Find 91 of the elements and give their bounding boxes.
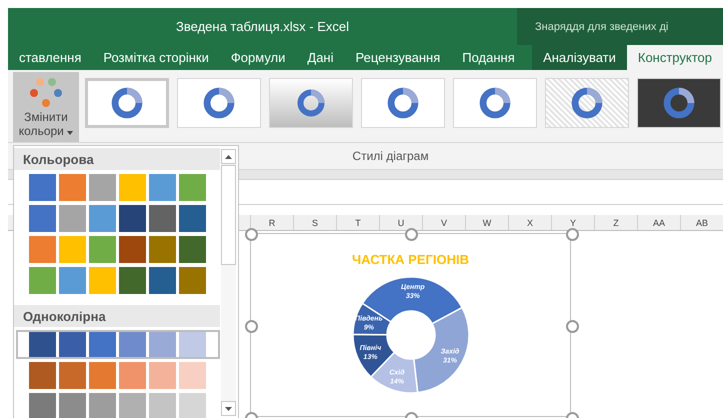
group-title: Кольорова <box>23 152 94 166</box>
color-swatch[interactable] <box>29 331 56 358</box>
column-header[interactable]: T <box>336 215 379 230</box>
color-swatch[interactable] <box>89 362 116 389</box>
color-swatch[interactable] <box>119 362 146 389</box>
scroll-down-button[interactable] <box>221 401 236 416</box>
resize-handle[interactable] <box>566 320 579 333</box>
color-swatch[interactable] <box>89 236 116 263</box>
donut-chart-icon <box>662 86 696 120</box>
chart-style-thumbnail[interactable] <box>361 78 445 128</box>
donut-chart-icon <box>296 88 326 118</box>
down-arrow-icon <box>225 406 232 410</box>
color-swatch[interactable] <box>149 393 176 418</box>
color-swatch[interactable] <box>179 362 206 389</box>
donut-slice[interactable] <box>352 302 392 336</box>
color-swatch[interactable] <box>119 236 146 263</box>
ribbon-tab[interactable]: Дані <box>296 45 344 70</box>
chart-style-thumbnail[interactable] <box>85 78 169 128</box>
column-header[interactable]: Z <box>594 215 637 230</box>
ribbon-tab[interactable]: Формули <box>220 45 296 70</box>
resize-handle[interactable] <box>245 320 258 333</box>
color-swatch[interactable] <box>29 393 56 418</box>
group-title: Одноколірна <box>23 308 106 324</box>
color-swatch[interactable] <box>149 236 176 263</box>
ribbon-tab[interactable]: Аналізувати <box>532 45 627 70</box>
column-header[interactable]: X <box>508 215 551 230</box>
color-swatch[interactable] <box>29 205 56 232</box>
color-swatch[interactable] <box>149 205 176 232</box>
ribbon-tab[interactable]: Рецензування <box>344 45 452 70</box>
column-header[interactable]: S <box>293 215 336 230</box>
color-swatch[interactable] <box>179 174 206 201</box>
donut-chart-icon <box>110 86 144 120</box>
color-swatch[interactable] <box>179 393 206 418</box>
column-header[interactable]: AB <box>680 215 723 230</box>
scroll-up-button[interactable] <box>221 149 236 164</box>
color-swatch[interactable] <box>29 236 56 263</box>
chart-style-thumbnail[interactable] <box>545 78 629 128</box>
color-swatch[interactable] <box>149 267 176 294</box>
color-swatch[interactable] <box>119 205 146 232</box>
change-colors-button[interactable]: Змінити кольори <box>13 72 79 142</box>
color-swatch[interactable] <box>59 393 86 418</box>
color-dots-icon <box>28 76 64 110</box>
color-swatch[interactable] <box>59 331 86 358</box>
color-swatch[interactable] <box>179 331 206 358</box>
donut-chart-icon <box>478 86 512 120</box>
color-swatch[interactable] <box>89 174 116 201</box>
color-swatch[interactable] <box>119 267 146 294</box>
color-swatch[interactable] <box>179 236 206 263</box>
chart-style-thumbnail[interactable] <box>637 78 721 128</box>
donut-chart-icon <box>202 86 236 120</box>
chart-style-thumbnail[interactable] <box>177 78 261 128</box>
column-header[interactable]: AA <box>637 215 680 230</box>
ribbon-tab[interactable]: Конструктор <box>626 45 723 70</box>
color-swatch[interactable] <box>149 174 176 201</box>
color-swatch[interactable] <box>59 267 86 294</box>
color-swatch[interactable] <box>119 331 146 358</box>
color-swatch[interactable] <box>59 174 86 201</box>
color-swatch[interactable] <box>89 393 116 418</box>
column-header[interactable]: V <box>422 215 465 230</box>
color-swatch[interactable] <box>59 236 86 263</box>
window-title: Зведена таблиця.xlsx - Excel <box>176 19 349 34</box>
scroll-thumb[interactable] <box>221 165 236 265</box>
color-swatch[interactable] <box>59 362 86 389</box>
chart-style-thumbnail[interactable] <box>269 78 353 128</box>
donut-chart-icon <box>386 86 420 120</box>
color-swatch[interactable] <box>59 205 86 232</box>
color-swatch[interactable] <box>179 205 206 232</box>
color-swatch[interactable] <box>149 331 176 358</box>
palette-row[interactable] <box>16 330 220 359</box>
context-title: Знаряддя для зведених ді <box>535 20 668 32</box>
column-header[interactable]: W <box>465 215 508 230</box>
chart-title: ЧАСТКА РЕГІОНІВ <box>352 252 469 267</box>
donut-slice[interactable] <box>412 306 470 394</box>
group-label: Стилі діаграм <box>352 149 429 163</box>
color-swatch[interactable] <box>119 393 146 418</box>
ribbon-tab[interactable]: ставлення <box>8 45 92 70</box>
caret-icon <box>67 131 74 135</box>
color-swatch[interactable] <box>179 267 206 294</box>
color-swatch[interactable] <box>89 331 116 358</box>
color-swatch[interactable] <box>29 174 56 201</box>
up-arrow-icon <box>225 154 232 158</box>
chart-style-thumbnail[interactable] <box>453 78 537 128</box>
color-swatch[interactable] <box>29 267 56 294</box>
color-swatch[interactable] <box>89 267 116 294</box>
donut-chart-icon <box>570 86 604 120</box>
color-swatch[interactable] <box>119 174 146 201</box>
color-swatch[interactable] <box>29 362 56 389</box>
ribbon-tab[interactable]: Подання <box>451 45 526 70</box>
color-swatch[interactable] <box>89 205 116 232</box>
ribbon-tab[interactable]: Розмітка сторінки <box>92 45 220 70</box>
color-swatch[interactable] <box>149 362 176 389</box>
